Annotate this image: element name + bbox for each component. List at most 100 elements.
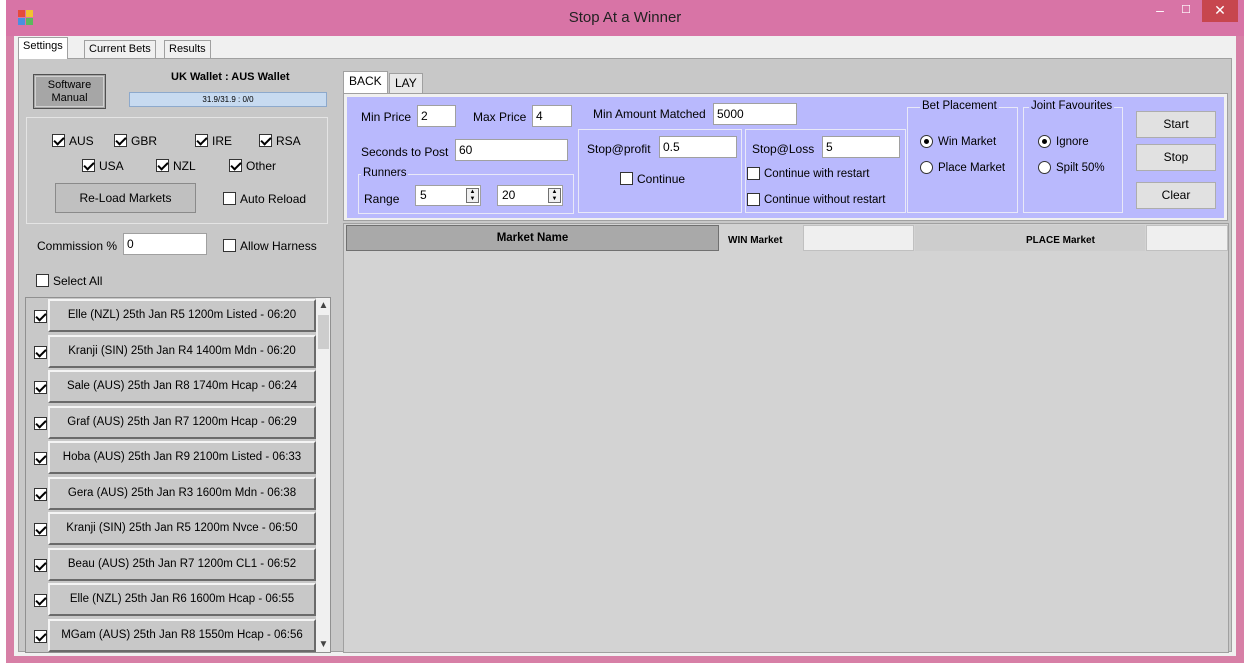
market-name[interactable]: Elle (NZL) 25th Jan R6 1600m Hcap - 06:5… [48, 583, 316, 616]
spinner-arrows-icon[interactable]: ▲ ▼ [548, 188, 561, 203]
win-market-radio[interactable]: Win Market [920, 135, 996, 149]
checkbox-gbr[interactable]: GBR [114, 134, 157, 148]
checkbox-icon[interactable] [34, 310, 47, 323]
max-price-input[interactable]: 4 [532, 105, 572, 127]
app-window: Stop At a Winner – ☐ ✕ Settings Current … [6, 0, 1244, 663]
list-item[interactable]: Elle (NZL) 25th Jan R5 1200m Listed - 06… [26, 298, 316, 334]
list-item[interactable]: Hoba (AUS) 25th Jan R9 2100m Listed - 06… [26, 440, 316, 476]
list-item[interactable]: Kranji (SIN) 25th Jan R4 1400m Mdn - 06:… [26, 334, 316, 370]
list-item[interactable]: Kranji (SIN) 25th Jan R5 1200m Nvce - 06… [26, 511, 316, 547]
close-button[interactable]: ✕ [1202, 0, 1238, 22]
checkbox-nzl[interactable]: NZL [156, 159, 196, 173]
allow-harness-checkbox[interactable]: Allow Harness [223, 239, 317, 253]
wallet-title: UK Wallet : AUS Wallet [171, 71, 290, 83]
commission-input[interactable]: 0 [123, 233, 207, 255]
market-list[interactable]: Elle (NZL) 25th Jan R5 1200m Listed - 06… [25, 297, 331, 653]
continue-without-restart-checkbox[interactable]: Continue without restart [747, 193, 885, 207]
win-market-header: WIN Market [728, 235, 783, 246]
scroll-thumb[interactable] [318, 315, 329, 349]
ignore-radio[interactable]: Ignore [1038, 135, 1089, 149]
tab-results[interactable]: Results [164, 40, 211, 58]
market-name[interactable]: Kranji (SIN) 25th Jan R5 1200m Nvce - 06… [48, 512, 316, 545]
stop-button[interactable]: Stop [1136, 144, 1216, 171]
list-scrollbar[interactable]: ▲ ▼ [316, 298, 330, 652]
min-matched-label: Min Amount Matched [593, 107, 706, 121]
checkbox-other[interactable]: Other [229, 159, 276, 173]
checkbox-icon [223, 192, 236, 205]
select-all-checkbox[interactable]: Select All [36, 274, 102, 288]
joint-favourites-title: Joint Favourites [1029, 100, 1115, 112]
window-title: Stop At a Winner [568, 9, 682, 26]
seconds-to-post-label: Seconds to Post [361, 145, 449, 159]
tab-lay[interactable]: LAY [389, 73, 423, 93]
runners-title: Runners [361, 167, 409, 179]
checkbox-ire[interactable]: IRE [195, 134, 232, 148]
checkbox-icon[interactable] [34, 594, 47, 607]
market-name[interactable]: Beau (AUS) 25th Jan R7 1200m CL1 - 06:52 [48, 547, 316, 581]
market-name[interactable]: MGam (AUS) 25th Jan R8 1550m Hcap - 06:5… [48, 618, 316, 652]
clear-button[interactable]: Clear [1136, 182, 1216, 209]
min-price-input[interactable]: 2 [417, 105, 456, 127]
checkbox-icon [36, 274, 49, 287]
split-radio[interactable]: Spilt 50% [1038, 161, 1105, 175]
checkbox-icon[interactable] [34, 345, 47, 359]
place-market-radio[interactable]: Place Market [920, 161, 1005, 175]
start-button[interactable]: Start [1136, 111, 1216, 138]
checkbox-icon [223, 239, 236, 252]
market-name-header[interactable]: Market Name [346, 225, 719, 251]
stop-loss-input[interactable]: 5 [822, 136, 900, 158]
auto-reload-checkbox[interactable]: Auto Reload [223, 192, 306, 206]
max-price-label: Max Price [473, 110, 527, 124]
checkbox-icon[interactable] [34, 523, 47, 536]
scroll-down-icon[interactable]: ▼ [316, 637, 330, 652]
title-bar[interactable]: Stop At a Winner – ☐ ✕ [6, 0, 1244, 36]
range-min-spinner[interactable]: 5 ▲ ▼ [415, 185, 481, 206]
tab-current-bets[interactable]: Current Bets [84, 40, 156, 58]
seconds-to-post-input[interactable]: 60 [455, 139, 568, 161]
radio-icon [920, 161, 933, 174]
checkbox-icon[interactable] [34, 416, 47, 430]
min-matched-input[interactable]: 5000 [713, 103, 797, 125]
market-grid[interactable]: Market Name WIN Market PLACE Market [343, 223, 1229, 653]
maximize-button[interactable]: ☐ [1173, 0, 1199, 22]
reload-markets-button[interactable]: Re-Load Markets [55, 183, 196, 213]
minimize-button[interactable]: – [1147, 0, 1173, 22]
list-item[interactable]: Sale (AUS) 25th Jan R8 1740m Hcap - 06:2… [26, 369, 316, 405]
continue-with-restart-checkbox[interactable]: Continue with restart [747, 167, 869, 181]
market-name[interactable]: Sale (AUS) 25th Jan R8 1740m Hcap - 06:2… [48, 370, 316, 403]
market-name[interactable]: Graf (AUS) 25th Jan R7 1200m Hcap - 06:2… [48, 405, 316, 439]
market-name[interactable]: Hoba (AUS) 25th Jan R9 2100m Listed - 06… [48, 441, 316, 474]
continue-checkbox[interactable]: Continue [620, 172, 685, 186]
checkbox-icon [82, 159, 95, 172]
list-item[interactable]: Elle (NZL) 25th Jan R6 1600m Hcap - 06:5… [26, 582, 316, 618]
market-name[interactable]: Kranji (SIN) 25th Jan R4 1400m Mdn - 06:… [48, 334, 316, 368]
tab-settings[interactable]: Settings [18, 37, 68, 59]
checkbox-usa[interactable]: USA [82, 159, 124, 173]
checkbox-icon [259, 134, 272, 147]
checkbox-icon[interactable] [34, 629, 47, 643]
commission-label: Commission % [37, 239, 118, 253]
market-name[interactable]: Elle (NZL) 25th Jan R5 1200m Listed - 06… [48, 299, 316, 332]
checkbox-icon[interactable] [34, 487, 47, 501]
back-panel: Min Price 2 Max Price 4 Min Amount Match… [343, 93, 1228, 221]
checkbox-icon [52, 134, 65, 147]
checkbox-icon[interactable] [34, 452, 47, 465]
spinner-arrows-icon[interactable]: ▲ ▼ [466, 188, 479, 203]
scroll-up-icon[interactable]: ▲ [316, 298, 330, 313]
list-item[interactable]: Gera (AUS) 25th Jan R3 1600m Mdn - 06:38 [26, 476, 316, 512]
list-item[interactable]: MGam (AUS) 25th Jan R8 1550m Hcap - 06:5… [26, 618, 316, 653]
list-item[interactable]: Graf (AUS) 25th Jan R7 1200m Hcap - 06:2… [26, 405, 316, 441]
checkbox-icon[interactable] [34, 381, 47, 394]
tab-back[interactable]: BACK [343, 71, 388, 93]
list-item[interactable]: Beau (AUS) 25th Jan R7 1200m CL1 - 06:52 [26, 547, 316, 583]
software-manual-button[interactable]: Software Manual [33, 74, 106, 109]
checkbox-aus[interactable]: AUS [52, 134, 94, 148]
checkbox-rsa[interactable]: RSA [259, 134, 301, 148]
checkbox-icon[interactable] [34, 558, 47, 572]
range-label: Range [364, 192, 400, 206]
checkbox-icon [156, 159, 169, 172]
stop-profit-input[interactable]: 0.5 [659, 136, 737, 158]
range-max-spinner[interactable]: 20 ▲ ▼ [497, 185, 563, 206]
joint-favourites-group [1023, 107, 1123, 213]
market-name[interactable]: Gera (AUS) 25th Jan R3 1600m Mdn - 06:38 [48, 476, 316, 510]
